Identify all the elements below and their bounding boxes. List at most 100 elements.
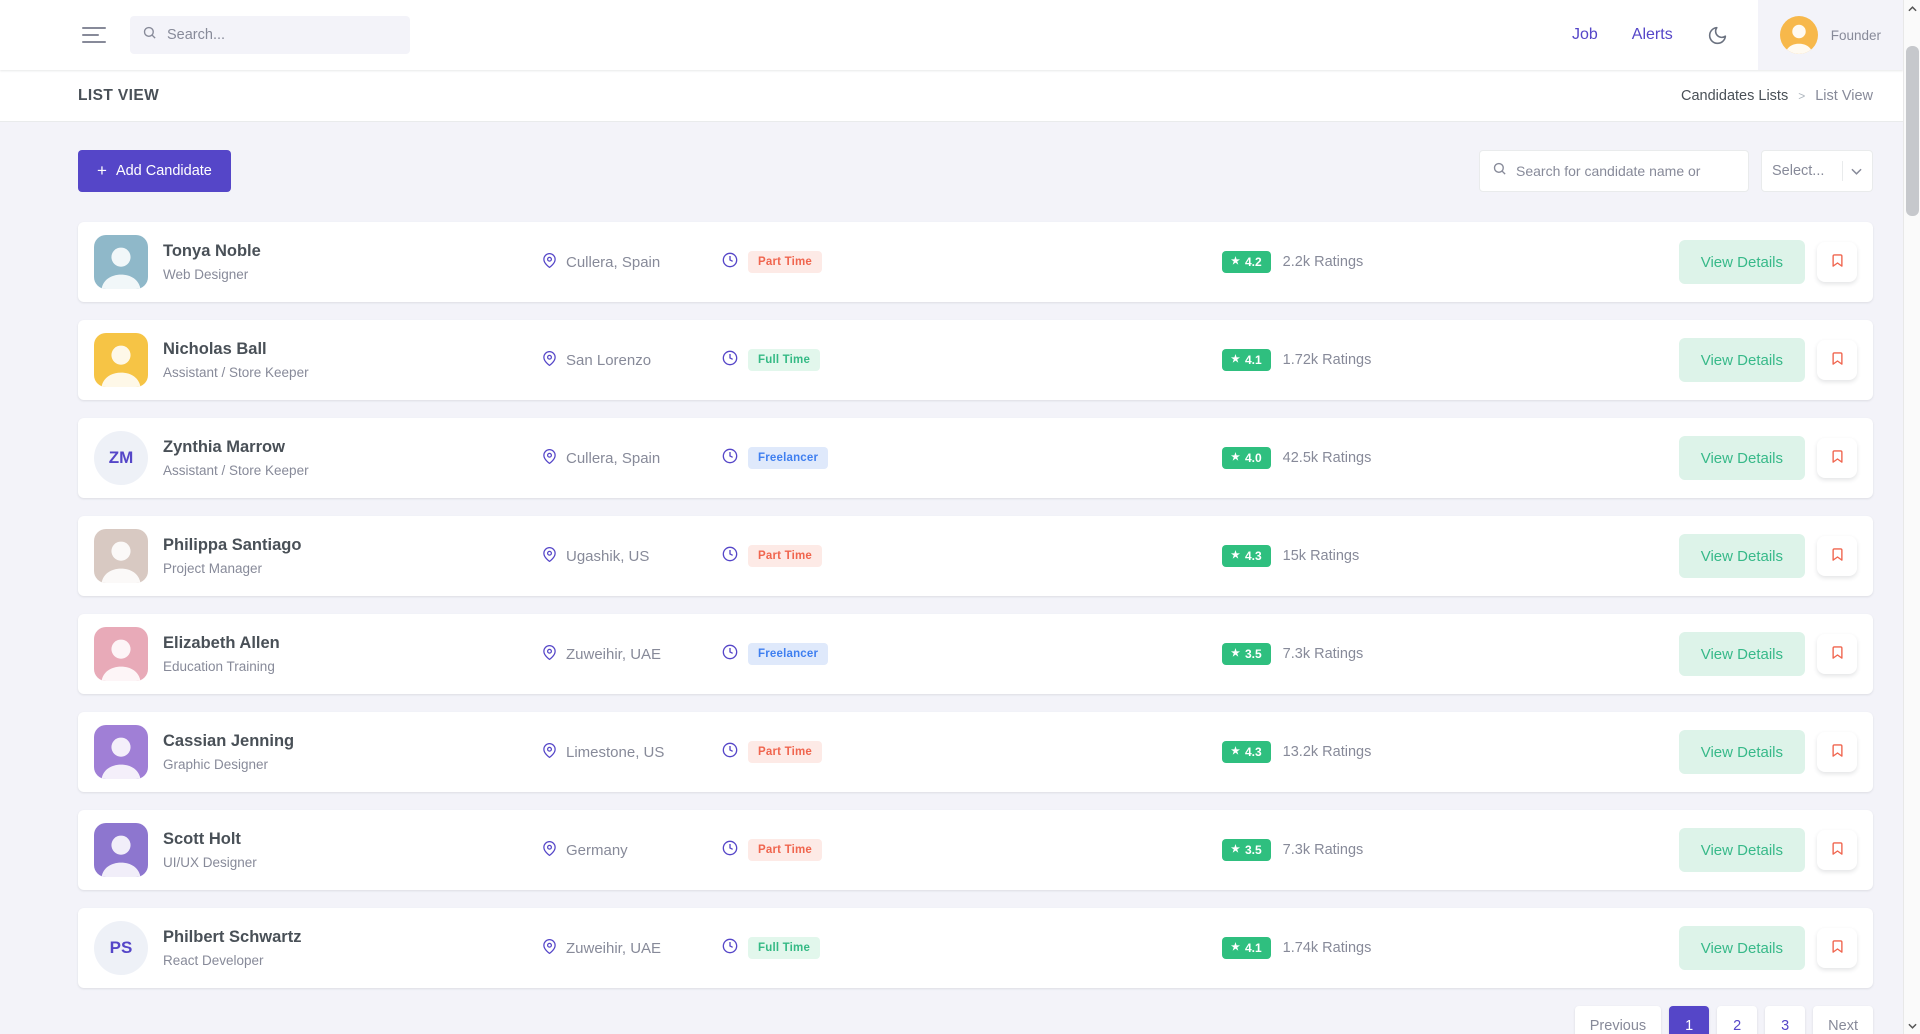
nav-link-alerts[interactable]: Alerts xyxy=(1632,26,1673,44)
filter-select[interactable]: Select... xyxy=(1761,150,1873,192)
candidate-location: Cullera, Spain xyxy=(566,254,660,271)
bookmark-button[interactable] xyxy=(1817,438,1857,478)
search-icon xyxy=(1492,161,1507,181)
bookmark-button[interactable] xyxy=(1817,830,1857,870)
hamburger-menu-icon[interactable] xyxy=(82,22,106,49)
ratings-count: 13.2k Ratings xyxy=(1283,744,1372,760)
view-details-button[interactable]: View Details xyxy=(1679,632,1805,676)
location-pin-icon xyxy=(542,252,557,273)
pagination-page-1[interactable]: 1 xyxy=(1669,1006,1709,1034)
ratings-count: 7.3k Ratings xyxy=(1283,646,1364,662)
global-search-input[interactable] xyxy=(167,27,387,43)
candidate-name: Philbert Schwartz xyxy=(163,928,301,947)
rating-badge: ★ 3.5 xyxy=(1222,643,1271,665)
user-role-label: Founder xyxy=(1831,28,1881,43)
candidate-avatar xyxy=(94,529,148,583)
employment-type-badge: Part Time xyxy=(748,839,822,861)
view-details-button[interactable]: View Details xyxy=(1679,338,1805,382)
view-details-button[interactable]: View Details xyxy=(1679,436,1805,480)
rating-badge: ★ 4.0 xyxy=(1222,447,1271,469)
star-icon: ★ xyxy=(1231,551,1240,561)
page-header: LIST VIEW Candidates Lists > List View xyxy=(0,70,1903,122)
candidate-location: Ugashik, US xyxy=(566,548,649,565)
dark-mode-toggle-moon-icon[interactable] xyxy=(1707,25,1728,46)
add-candidate-button[interactable]: + Add Candidate xyxy=(78,150,231,192)
candidate-row: Elizabeth Allen Education Training Zuwei… xyxy=(78,614,1873,694)
clock-icon xyxy=(722,448,738,469)
pagination: Previous 1 2 3 Next xyxy=(78,1006,1873,1034)
star-icon: ★ xyxy=(1231,453,1240,463)
candidate-row: Cassian Jenning Graphic Designer Limesto… xyxy=(78,712,1873,792)
rating-value: 4.1 xyxy=(1245,941,1262,955)
plus-icon: + xyxy=(97,161,107,181)
breadcrumb-current: List View xyxy=(1815,88,1873,104)
bookmark-button[interactable] xyxy=(1817,536,1857,576)
pagination-next-button[interactable]: Next xyxy=(1813,1006,1873,1034)
bookmark-button[interactable] xyxy=(1817,634,1857,674)
ratings-count: 1.74k Ratings xyxy=(1283,940,1372,956)
rating-value: 3.5 xyxy=(1245,843,1262,857)
scrollbar-thumb[interactable] xyxy=(1906,46,1919,216)
bookmark-button[interactable] xyxy=(1817,732,1857,772)
star-icon: ★ xyxy=(1231,649,1240,659)
bookmark-icon xyxy=(1830,644,1845,664)
star-icon: ★ xyxy=(1231,355,1240,365)
search-icon xyxy=(142,25,157,45)
clock-icon xyxy=(722,742,738,763)
candidate-search-input[interactable] xyxy=(1516,163,1731,179)
ratings-count: 15k Ratings xyxy=(1283,548,1360,564)
breadcrumb-parent-link[interactable]: Candidates Lists xyxy=(1681,88,1788,104)
clock-icon xyxy=(722,350,738,371)
candidate-row: Nicholas Ball Assistant / Store Keeper S… xyxy=(78,320,1873,400)
candidate-avatar: PS xyxy=(94,921,148,975)
rating-value: 4.3 xyxy=(1245,549,1262,563)
view-details-button[interactable]: View Details xyxy=(1679,828,1805,872)
candidate-row: ZM Zynthia Marrow Assistant / Store Keep… xyxy=(78,418,1873,498)
rating-badge: ★ 4.3 xyxy=(1222,741,1271,763)
rating-badge: ★ 4.1 xyxy=(1222,937,1271,959)
bookmark-icon xyxy=(1830,840,1845,860)
view-details-button[interactable]: View Details xyxy=(1679,534,1805,578)
bookmark-button[interactable] xyxy=(1817,928,1857,968)
rating-badge: ★ 4.3 xyxy=(1222,545,1271,567)
view-details-button[interactable]: View Details xyxy=(1679,926,1805,970)
star-icon: ★ xyxy=(1231,943,1240,953)
view-details-button[interactable]: View Details xyxy=(1679,240,1805,284)
vertical-scrollbar[interactable] xyxy=(1903,0,1920,1034)
scroll-up-icon[interactable] xyxy=(1904,0,1920,17)
bookmark-icon xyxy=(1830,252,1845,272)
candidate-search[interactable] xyxy=(1479,150,1749,192)
clock-icon xyxy=(722,840,738,861)
pagination-previous-button[interactable]: Previous xyxy=(1575,1006,1661,1034)
ratings-count: 1.72k Ratings xyxy=(1283,352,1372,368)
employment-type-badge: Part Time xyxy=(748,741,822,763)
candidate-name: Tonya Noble xyxy=(163,242,261,261)
candidate-row: Philippa Santiago Project Manager Ugashi… xyxy=(78,516,1873,596)
global-search[interactable] xyxy=(130,16,410,54)
rating-value: 4.2 xyxy=(1245,255,1262,269)
rating-value: 3.5 xyxy=(1245,647,1262,661)
star-icon: ★ xyxy=(1231,845,1240,855)
candidate-role: UI/UX Designer xyxy=(163,855,257,870)
bookmark-icon xyxy=(1830,742,1845,762)
employment-type-badge: Part Time xyxy=(748,545,822,567)
view-details-button[interactable]: View Details xyxy=(1679,730,1805,774)
clock-icon xyxy=(722,252,738,273)
rating-value: 4.3 xyxy=(1245,745,1262,759)
bookmark-button[interactable] xyxy=(1817,242,1857,282)
user-menu[interactable]: Founder xyxy=(1758,0,1903,70)
candidate-avatar: ZM xyxy=(94,431,148,485)
nav-link-job[interactable]: Job xyxy=(1572,26,1598,44)
star-icon: ★ xyxy=(1231,257,1240,267)
employment-type-badge: Freelancer xyxy=(748,643,828,665)
pagination-page-2[interactable]: 2 xyxy=(1717,1006,1757,1034)
pagination-page-3[interactable]: 3 xyxy=(1765,1006,1805,1034)
candidate-avatar xyxy=(94,235,148,289)
bookmark-button[interactable] xyxy=(1817,340,1857,380)
scroll-down-icon[interactable] xyxy=(1904,1017,1920,1034)
bookmark-icon xyxy=(1830,546,1845,566)
chevron-down-icon xyxy=(1851,162,1862,180)
candidate-role: React Developer xyxy=(163,953,301,968)
location-pin-icon xyxy=(542,644,557,665)
candidate-name: Cassian Jenning xyxy=(163,732,294,751)
